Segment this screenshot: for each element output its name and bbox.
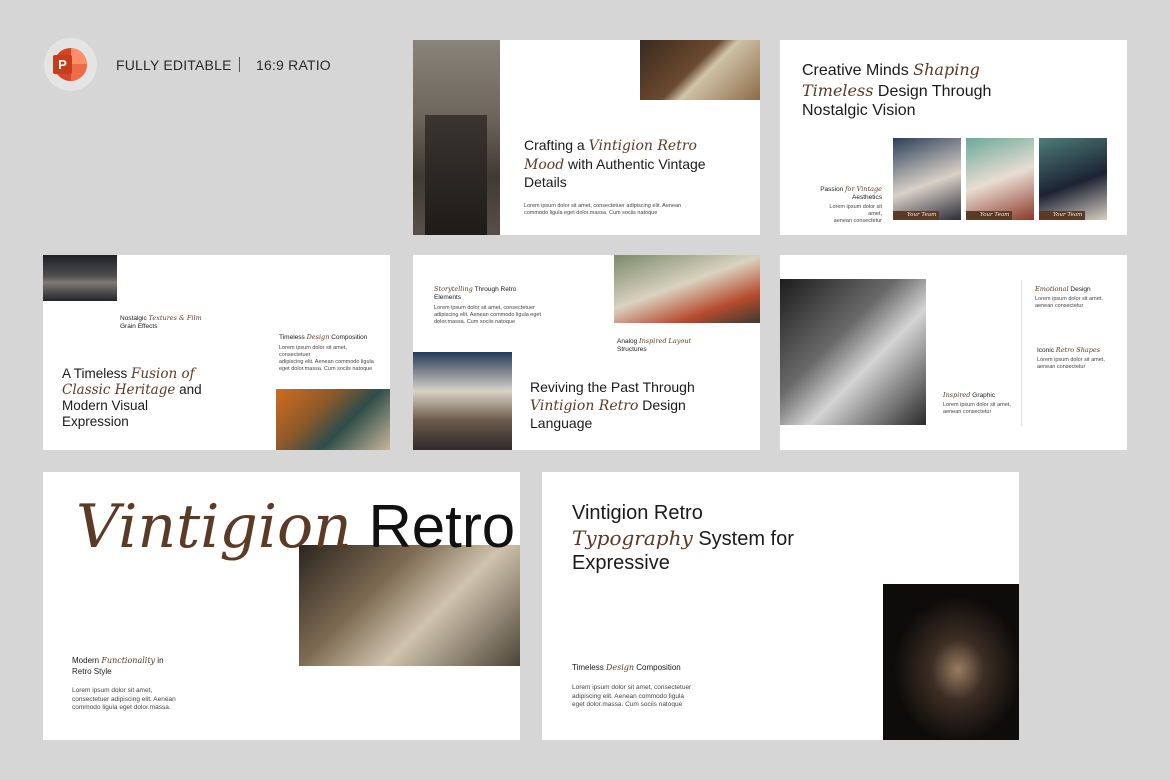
slide3-title: A Timeless Fusion of Classic Heritage an… [62,366,202,429]
slide-thumbnail-4[interactable]: Storytelling Through Retro Elements Lore… [413,255,760,450]
stereo-photo [43,255,117,301]
slide6-title: Vintigion Retro [76,492,516,562]
slide-thumbnail-2[interactable]: Creative Minds Shaping Timeless Design T… [780,40,1127,235]
team-label-2: Your Team [966,211,1012,220]
slide4-label-2: Analog Inspired Layout Structures [617,337,692,353]
team-photo-2: Your Team [966,138,1034,220]
ratio-label: 16:9 RATIO [256,57,331,73]
vhs-tapes-photo [413,352,512,450]
retro-room-photo [614,255,760,323]
slide4-title: Reviving the Past Through Vintigion Retr… [530,379,695,431]
slide2-body: Lorem ipsum dolor sit amet, aenean consec… [829,204,882,224]
slide3-label-1: Nostalgic Textures & Film Grain Effects [120,314,202,330]
team-photo-1: Your Team [893,138,961,220]
slide-thumbnail-5[interactable]: Emotional Design Lorem ipsum dolor sit a… [780,255,1127,450]
slide1-title: Crafting a Vintigion Retro Mood with Aut… [524,137,706,190]
radio-photo [276,389,390,450]
slide5-divider [1021,280,1022,426]
slide5-body-1: Lorem ipsum dolor sit amet, aenean consec… [1035,296,1103,309]
slide-thumbnail-3[interactable]: Nostalgic Textures & Film Grain Effects … [43,255,390,450]
slide7-label: Timeless Design Composition [572,663,681,672]
slide1-body: Lorem ipsum dolor sit amet, consectetuer… [524,203,682,216]
woman-in-car-photo [883,584,1019,740]
old-man-tv-photo [299,545,520,666]
slide3-label-2: Timeless Design Composition [279,333,368,341]
fully-editable-label: FULLY EDITABLE [116,57,232,73]
powerpoint-icon: P [44,38,97,91]
slide-thumbnail-6[interactable]: Vintigion Retro Modern Functionality in … [43,472,520,740]
slide5-body-3: Lorem ipsum dolor sit amet, aenean consec… [943,402,1011,415]
slide-thumbnail-7[interactable]: Vintigion Retro Typography System for Ex… [542,472,1019,740]
slide5-body-2: Lorem ipsum dolor sit amet, aenean consec… [1037,357,1105,370]
slide2-label: Passion for Vintage Aesthetics [820,185,882,201]
team-photo-3: Your Team [1039,138,1107,220]
slide7-title: Vintigion Retro Typography System for Ex… [572,502,794,574]
slide6-label: Modern Functionality in Retro Style [72,656,164,676]
slide4-label-1: Storytelling Through Retro Elements [434,285,517,301]
slide3-body: Lorem ipsum dolor sit amet, consectetuer… [279,345,374,372]
slide6-body: Lorem ipsum dolor sit amet, consectetuer … [72,687,176,711]
slide5-label-3: Inspired Graphic [943,391,996,399]
team-label-1: Your Team [893,211,939,220]
garage-photo [413,40,500,235]
slide4-body: Lorem ipsum dolor sit amet, consectetuer… [434,305,542,325]
slide2-title: Creative Minds Shaping Timeless Design T… [802,60,992,119]
bw-television-photo [780,279,926,425]
slide-thumbnail-1[interactable]: Crafting a Vintigion Retro Mood with Aut… [413,40,760,235]
slide5-label-2: Iconic Retro Shapes [1037,346,1101,354]
slide7-body: Lorem ipsum dolor sit amet, consectetuer… [572,684,692,708]
retro-computer-photo [640,40,760,100]
powerpoint-letter: P [53,55,72,74]
team-label-3: Your Team [1039,211,1085,220]
slide5-label-1: Emotional Design [1035,285,1091,293]
header-divider [239,57,240,72]
